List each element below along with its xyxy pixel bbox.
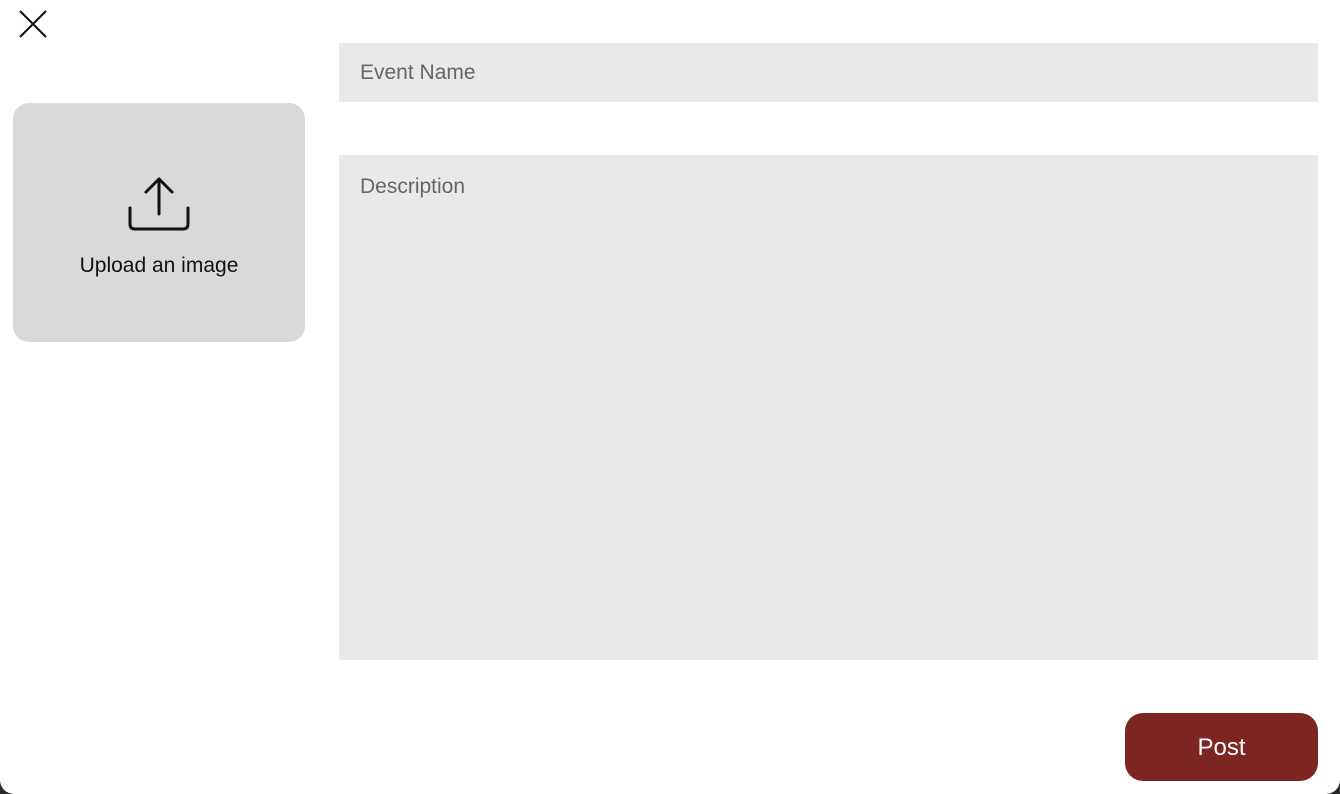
close-icon [19,10,47,38]
upload-label: Upload an image [79,253,239,277]
event-name-input[interactable] [339,43,1318,102]
post-button[interactable]: Post [1125,713,1318,781]
create-event-dialog: Upload an image Post [0,0,1340,794]
close-button[interactable] [14,5,52,43]
image-upload-area[interactable]: Upload an image [13,103,305,342]
upload-icon [128,177,190,230]
description-textarea[interactable] [339,155,1318,660]
